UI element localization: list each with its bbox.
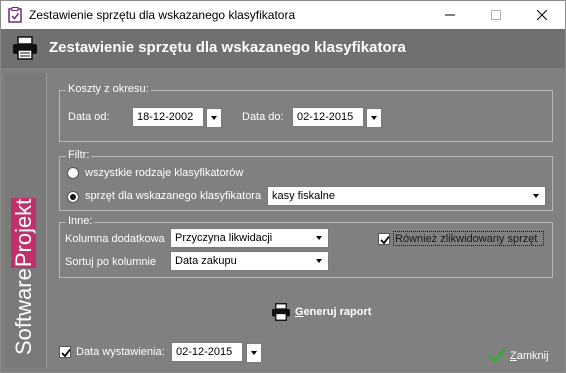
minimize-icon bbox=[445, 14, 455, 16]
extra-column-label: Kolumna dodatkowa bbox=[65, 233, 165, 245]
minimize-button[interactable] bbox=[427, 1, 473, 29]
maximize-button[interactable] bbox=[473, 1, 519, 29]
chevron-down-icon bbox=[311, 253, 327, 269]
date-to-field[interactable]: 02-12-2015 bbox=[292, 107, 364, 127]
close-dialog-mnemonic: Z bbox=[510, 350, 517, 362]
close-dialog-label: amknij bbox=[516, 350, 549, 362]
clipboard-check-icon bbox=[8, 7, 22, 23]
title-bar[interactable]: Zestawienie sprzętu dla wskazanego klasy… bbox=[1, 1, 565, 29]
date-from-label: Data od: bbox=[68, 111, 110, 123]
brand-text-projekt: Projekt bbox=[11, 197, 36, 269]
check-icon bbox=[488, 348, 506, 363]
filter-selected-label[interactable]: sprzęt dla wskazanego klasyfikatora bbox=[85, 190, 261, 202]
close-icon bbox=[537, 10, 547, 20]
filter-selected-radio[interactable] bbox=[67, 191, 79, 203]
close-dialog-button[interactable]: Zamknij bbox=[488, 348, 549, 364]
extra-column-select-value: Przyczyna likwidacji bbox=[175, 232, 273, 244]
date-to-label: Data do: bbox=[242, 111, 284, 123]
chevron-down-icon bbox=[211, 116, 217, 120]
window-title: Zestawienie sprzętu dla wskazanego klasy… bbox=[29, 8, 296, 22]
dialog-heading: Zestawienie sprzętu dla wskazanego klasy… bbox=[49, 39, 406, 56]
chevron-down-icon bbox=[311, 230, 327, 246]
close-window-button[interactable] bbox=[519, 1, 565, 29]
generate-report-mnemonic: G bbox=[295, 306, 304, 318]
classifier-select[interactable]: kasy fiskalne bbox=[267, 186, 546, 206]
classifier-select-value: kasy fiskalne bbox=[272, 190, 335, 202]
filter-group-label: Filtr: bbox=[66, 149, 92, 161]
chevron-down-icon bbox=[251, 351, 257, 355]
maximize-icon bbox=[491, 10, 501, 20]
printer-icon bbox=[272, 303, 290, 321]
sort-column-label: Sortuj po kolumnie bbox=[65, 256, 157, 268]
issue-date-checkbox[interactable] bbox=[59, 346, 71, 358]
checkmark-icon bbox=[380, 235, 390, 245]
dialog-window: Zestawienie sprzętu dla wskazanego klasy… bbox=[0, 0, 566, 373]
sort-column-select[interactable]: Data zakupu bbox=[170, 251, 329, 271]
dialog-header: Zestawienie sprzętu dla wskazanego klasy… bbox=[1, 29, 565, 68]
brand-sidebar: SoftwareProjekt bbox=[5, 73, 47, 368]
date-from-field[interactable]: 18-12-2002 bbox=[132, 107, 204, 127]
date-to-picker-button[interactable] bbox=[366, 108, 382, 128]
brand-logo: SoftwareProjekt bbox=[11, 197, 37, 355]
include-liquidated-checkbox[interactable] bbox=[378, 233, 390, 245]
costs-group-label: Koszty z okresu: bbox=[66, 83, 151, 95]
sort-column-select-value: Data zakupu bbox=[175, 255, 237, 267]
issue-date-label[interactable]: Data wystawienia: bbox=[76, 346, 165, 358]
generate-report-button[interactable]: Generuj raport bbox=[271, 303, 371, 321]
include-liquidated-label[interactable]: Również zlikwidowany sprzęt bbox=[395, 233, 537, 245]
chevron-down-icon bbox=[371, 116, 377, 120]
printer-icon bbox=[13, 36, 37, 60]
filter-all-radio[interactable] bbox=[67, 167, 79, 179]
brand-text-software: Software bbox=[11, 268, 36, 355]
chevron-down-icon bbox=[528, 188, 544, 204]
issue-date-picker-button[interactable] bbox=[246, 343, 262, 363]
other-group-label: Inne: bbox=[66, 215, 95, 227]
issue-date-field[interactable]: 02-12-2015 bbox=[171, 342, 243, 362]
extra-column-select[interactable]: Przyczyna likwidacji bbox=[170, 228, 329, 248]
date-from-picker-button[interactable] bbox=[206, 108, 222, 128]
generate-report-label: eneruj raport bbox=[303, 306, 372, 318]
checkmark-icon bbox=[61, 348, 71, 358]
filter-all-label[interactable]: wszystkie rodzaje klasyfikatorów bbox=[85, 167, 243, 179]
